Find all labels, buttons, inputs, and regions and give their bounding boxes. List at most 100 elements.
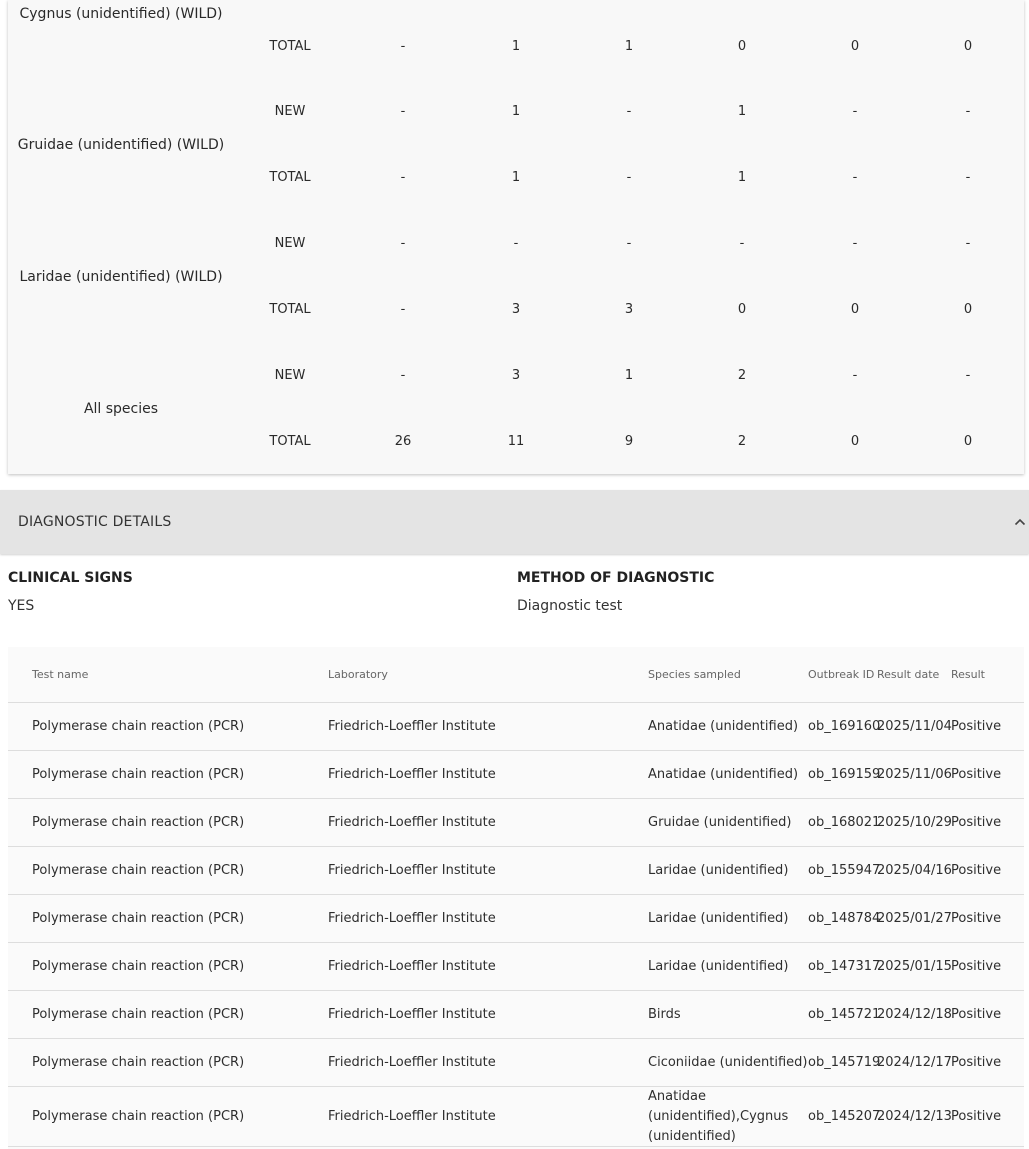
cell-result: Positive xyxy=(951,1055,1002,1070)
cell-outbreak-id: ob_145207 xyxy=(808,1109,881,1124)
cell-species: Birds xyxy=(648,1007,681,1022)
cell: 1 xyxy=(737,170,747,185)
cell-species: Ciconiidae (unidentified) xyxy=(648,1055,808,1070)
cell: - xyxy=(400,368,406,383)
cell-species: Gruidae (unidentified) xyxy=(648,815,792,830)
header-species-sampled[interactable]: Species sampled xyxy=(648,647,741,703)
row-type: TOTAL xyxy=(269,39,311,54)
table-row: Polymerase chain reaction (PCR) Friedric… xyxy=(8,703,1024,751)
cell-test-name: Polymerase chain reaction (PCR) xyxy=(32,911,245,926)
cell: - xyxy=(400,236,406,251)
cell: - xyxy=(852,170,858,185)
cell: 2 xyxy=(737,434,747,449)
species-group-cygnus: Cygnus (unidentified) (WILD) TOTAL - 1 1… xyxy=(8,0,1024,80)
cell: - xyxy=(965,236,971,251)
row-type: TOTAL xyxy=(269,302,311,317)
cell: 1 xyxy=(624,39,634,54)
table-row: Polymerase chain reaction (PCR) Friedric… xyxy=(8,1087,1024,1147)
cell: 1 xyxy=(737,104,747,119)
table-row: Polymerase chain reaction (PCR) Friedric… xyxy=(8,895,1024,943)
cell-test-name: Polymerase chain reaction (PCR) xyxy=(32,815,245,830)
chevron-up-icon[interactable] xyxy=(1014,516,1026,528)
cell: 1 xyxy=(511,39,521,54)
header-result[interactable]: Result xyxy=(951,647,985,703)
cell-test-name: Polymerase chain reaction (PCR) xyxy=(32,1055,245,1070)
cell: - xyxy=(626,236,632,251)
cell-outbreak-id: ob_145721 xyxy=(808,1007,881,1022)
cell: 0 xyxy=(737,39,747,54)
header-test-name[interactable]: Test name xyxy=(32,647,88,703)
species-summary-table: Cygnus (unidentified) (WILD) TOTAL - 1 1… xyxy=(8,0,1024,474)
cell-species: Anatidae (unidentified) xyxy=(648,719,799,734)
cell: 3 xyxy=(624,302,634,317)
cell: 0 xyxy=(850,302,860,317)
cell: - xyxy=(400,39,406,54)
cell: 0 xyxy=(963,39,973,54)
diagnostic-tests-table: Test name Laboratory Species sampled Out… xyxy=(8,647,1024,1149)
species-row-new: NEW - - - - - - xyxy=(8,211,1024,277)
cell: 0 xyxy=(963,302,973,317)
cell-laboratory: Friedrich-Loeffler Institute xyxy=(328,1007,496,1022)
cell-outbreak-id: ob_169159 xyxy=(808,767,881,782)
table-row: Polymerase chain reaction (PCR) Friedric… xyxy=(8,943,1024,991)
cell-outbreak-id: ob_169160 xyxy=(808,719,881,734)
panel-title: DIAGNOSTIC DETAILS xyxy=(18,514,172,530)
table-header: Test name Laboratory Species sampled Out… xyxy=(8,647,1024,703)
cell: - xyxy=(965,104,971,119)
species-group-laridae: Laridae (unidentified) (WILD) NEW - - - … xyxy=(8,211,1024,343)
cell-result-date: 2025/11/04 xyxy=(877,719,952,734)
species-row-total: TOTAL 26 11 9 2 0 0 xyxy=(8,409,1024,474)
cell: 9 xyxy=(624,434,634,449)
cell-result: Positive xyxy=(951,1109,1002,1124)
cell-test-name: Polymerase chain reaction (PCR) xyxy=(32,767,245,782)
table-row: Polymerase chain reaction (PCR) Friedric… xyxy=(8,799,1024,847)
cell: 1 xyxy=(511,104,521,119)
cell: - xyxy=(626,170,632,185)
cell: 2 xyxy=(737,368,747,383)
cell: - xyxy=(852,104,858,119)
cell: - xyxy=(400,104,406,119)
cell: 11 xyxy=(507,434,525,449)
cell: - xyxy=(965,170,971,185)
cell-laboratory: Friedrich-Loeffler Institute xyxy=(328,1109,496,1124)
cell-result-date: 2025/01/27 xyxy=(877,911,952,926)
cell-result-date: 2025/10/29 xyxy=(877,815,952,830)
header-laboratory[interactable]: Laboratory xyxy=(328,647,388,703)
row-type: TOTAL xyxy=(269,434,311,449)
diagnostic-details-panel-header[interactable]: DIAGNOSTIC DETAILS xyxy=(0,490,1029,554)
cell-result: Positive xyxy=(951,911,1002,926)
species-row-new: NEW - 1 - 1 - - xyxy=(8,79,1024,145)
cell: 3 xyxy=(511,302,521,317)
cell-result: Positive xyxy=(951,959,1002,974)
cell-species: Laridae (unidentified) xyxy=(648,863,789,878)
cell: - xyxy=(400,170,406,185)
table-row: Polymerase chain reaction (PCR) Friedric… xyxy=(8,847,1024,895)
species-group-gruidae: Gruidae (unidentified) (WILD) NEW - 1 - … xyxy=(8,79,1024,211)
cell: - xyxy=(400,302,406,317)
species-row-new: NEW - 3 1 2 - - xyxy=(8,343,1024,409)
cell-laboratory: Friedrich-Loeffler Institute xyxy=(328,767,496,782)
cell-outbreak-id: ob_145719 xyxy=(808,1055,881,1070)
table-row: Polymerase chain reaction (PCR) Friedric… xyxy=(8,751,1024,799)
cell-result-date: 2025/04/16 xyxy=(877,863,952,878)
cell-species: Laridae (unidentified) xyxy=(648,959,789,974)
cell-outbreak-id: ob_148784 xyxy=(808,911,881,926)
cell-outbreak-id: ob_168021 xyxy=(808,815,881,830)
cell-result-date: 2025/11/06 xyxy=(877,767,952,782)
cell-test-name: Polymerase chain reaction (PCR) xyxy=(32,1109,245,1124)
cell-test-name: Polymerase chain reaction (PCR) xyxy=(32,719,245,734)
cell: 0 xyxy=(737,302,747,317)
cell: - xyxy=(626,104,632,119)
header-result-date[interactable]: Result date xyxy=(877,647,939,703)
cell-laboratory: Friedrich-Loeffler Institute xyxy=(328,959,496,974)
header-outbreak-id[interactable]: Outbreak ID xyxy=(808,647,874,703)
cell: 1 xyxy=(624,368,634,383)
cell: - xyxy=(965,368,971,383)
row-type: NEW xyxy=(274,104,306,119)
cell-result-date: 2024/12/13 xyxy=(877,1109,952,1124)
method-label: METHOD OF DIAGNOSTIC xyxy=(517,570,715,586)
cell-test-name: Polymerase chain reaction (PCR) xyxy=(32,959,245,974)
clinical-signs-label: CLINICAL SIGNS xyxy=(8,570,133,586)
cell-result-date: 2024/12/17 xyxy=(877,1055,952,1070)
cell-species: Anatidae (unidentified),Cygnus (unidenti… xyxy=(648,1088,789,1144)
